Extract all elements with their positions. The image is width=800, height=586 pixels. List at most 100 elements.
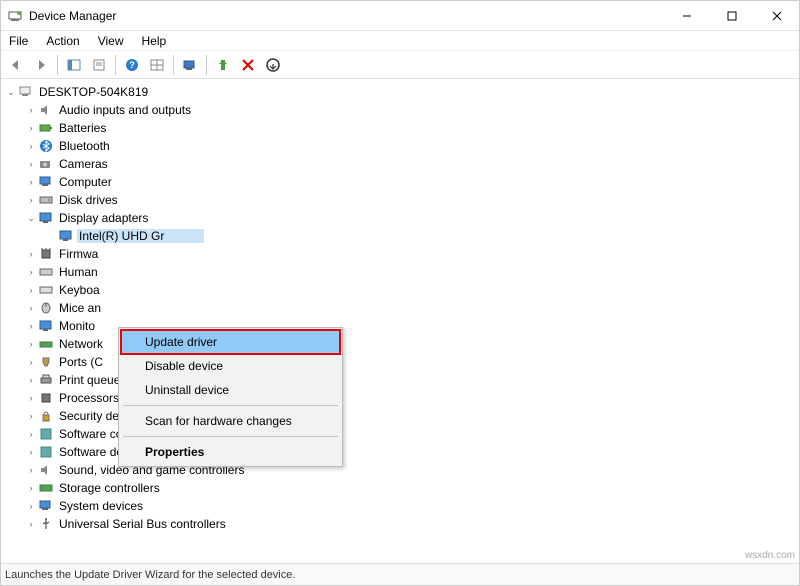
watermark: wsxdn.com (745, 550, 795, 561)
expand-icon[interactable]: › (25, 195, 37, 205)
separator (123, 405, 338, 406)
close-button[interactable] (754, 1, 799, 30)
tree-node-firmware[interactable]: ›Firmwa (1, 245, 799, 263)
port-icon (38, 355, 54, 369)
expand-icon[interactable]: › (25, 159, 37, 169)
menu-action[interactable]: Action (44, 33, 81, 49)
tree-node-display[interactable]: ⌄Display adapters (1, 209, 799, 227)
tree-node-batteries[interactable]: ›Batteries (1, 119, 799, 137)
tree-node-hid[interactable]: ›Human (1, 263, 799, 281)
separator (123, 436, 338, 437)
titlebar: Device Manager (1, 1, 799, 31)
collapse-icon[interactable]: ⌄ (5, 87, 17, 98)
status-text: Launches the Update Driver Wizard for th… (5, 569, 295, 581)
expand-icon[interactable]: › (25, 519, 37, 529)
help-button[interactable]: ? (121, 54, 143, 76)
expand-icon[interactable]: › (25, 447, 37, 457)
tree-node-mice[interactable]: ›Mice an (1, 299, 799, 317)
display-icon (38, 211, 54, 225)
tree-node-bluetooth[interactable]: ›Bluetooth (1, 137, 799, 155)
software-icon (38, 427, 54, 441)
cpu-icon (38, 391, 54, 405)
expand-icon[interactable]: › (25, 393, 37, 403)
expand-icon[interactable]: › (25, 465, 37, 475)
context-menu: Update driver Disable device Uninstall d… (118, 327, 343, 467)
expand-icon[interactable]: › (25, 339, 37, 349)
ctx-uninstall-device[interactable]: Uninstall device (121, 378, 340, 402)
separator (115, 55, 116, 75)
expand-icon[interactable]: › (25, 249, 37, 259)
expand-icon[interactable]: › (25, 141, 37, 151)
separator (173, 55, 174, 75)
grid-button[interactable] (146, 54, 168, 76)
tree-node-disk[interactable]: ›Disk drives (1, 191, 799, 209)
printer-icon (38, 373, 54, 387)
hid-icon (38, 265, 54, 279)
maximize-button[interactable] (709, 1, 754, 30)
menubar: File Action View Help (1, 31, 799, 51)
expand-icon[interactable]: › (25, 123, 37, 133)
audio-icon (38, 463, 54, 477)
computer-icon (38, 499, 54, 513)
expand-icon[interactable]: › (25, 483, 37, 493)
tree-node-intel-graphics[interactable]: Intel(R) UHD Gr (1, 227, 799, 245)
mouse-icon (38, 301, 54, 315)
bluetooth-icon (38, 139, 54, 153)
tree-node-usb[interactable]: ›Universal Serial Bus controllers (1, 515, 799, 533)
expand-icon[interactable]: › (25, 267, 37, 277)
device-tree[interactable]: ⌄DESKTOP-504K819 ›Audio inputs and outpu… (1, 79, 799, 561)
window-controls (664, 1, 799, 30)
expand-icon[interactable]: › (25, 105, 37, 115)
separator (206, 55, 207, 75)
firmware-icon (38, 247, 54, 261)
battery-icon (38, 121, 54, 135)
usb-icon (38, 517, 54, 531)
tree-node-system[interactable]: ›System devices (1, 497, 799, 515)
ctx-properties[interactable]: Properties (121, 440, 340, 464)
tree-node-keyboard[interactable]: ›Keyboa (1, 281, 799, 299)
monitor-icon (38, 319, 54, 333)
storage-icon (38, 481, 54, 495)
menu-file[interactable]: File (7, 33, 30, 49)
update-driver-icon[interactable] (212, 54, 234, 76)
audio-icon (38, 103, 54, 117)
expand-icon[interactable]: › (25, 303, 37, 313)
camera-icon (38, 157, 54, 171)
expand-icon[interactable]: › (25, 177, 37, 187)
security-icon (38, 409, 54, 423)
svg-text:?: ? (129, 60, 135, 70)
disable-icon[interactable] (237, 54, 259, 76)
expand-icon[interactable]: › (25, 411, 37, 421)
expand-icon[interactable]: › (25, 321, 37, 331)
ctx-scan-hardware[interactable]: Scan for hardware changes (121, 409, 340, 433)
minimize-button[interactable] (664, 1, 709, 30)
collapse-icon[interactable]: ⌄ (25, 213, 37, 224)
computer-icon (38, 175, 54, 189)
software-icon (38, 445, 54, 459)
uninstall-icon[interactable] (262, 54, 284, 76)
tree-node-cameras[interactable]: ›Cameras (1, 155, 799, 173)
show-hide-console-button[interactable] (63, 54, 85, 76)
menu-view[interactable]: View (96, 33, 126, 49)
tree-node-storage[interactable]: ›Storage controllers (1, 479, 799, 497)
expand-icon[interactable]: › (25, 285, 37, 295)
ctx-update-driver[interactable]: Update driver (121, 330, 340, 354)
statusbar: Launches the Update Driver Wizard for th… (1, 563, 799, 585)
forward-button[interactable] (30, 54, 52, 76)
expand-icon[interactable]: › (25, 375, 37, 385)
network-icon (38, 337, 54, 351)
scan-hardware-button[interactable] (179, 54, 201, 76)
tree-root[interactable]: ⌄DESKTOP-504K819 (1, 83, 799, 101)
expand-icon[interactable]: › (25, 429, 37, 439)
back-button[interactable] (5, 54, 27, 76)
ctx-disable-device[interactable]: Disable device (121, 354, 340, 378)
display-icon (58, 229, 74, 243)
expand-icon[interactable]: › (25, 357, 37, 367)
properties-button[interactable] (88, 54, 110, 76)
tree-node-computer[interactable]: ›Computer (1, 173, 799, 191)
menu-help[interactable]: Help (140, 33, 169, 49)
tree-node-audio[interactable]: ›Audio inputs and outputs (1, 101, 799, 119)
expand-icon[interactable]: › (25, 501, 37, 511)
app-icon (7, 8, 23, 24)
window-title: Device Manager (29, 9, 664, 23)
